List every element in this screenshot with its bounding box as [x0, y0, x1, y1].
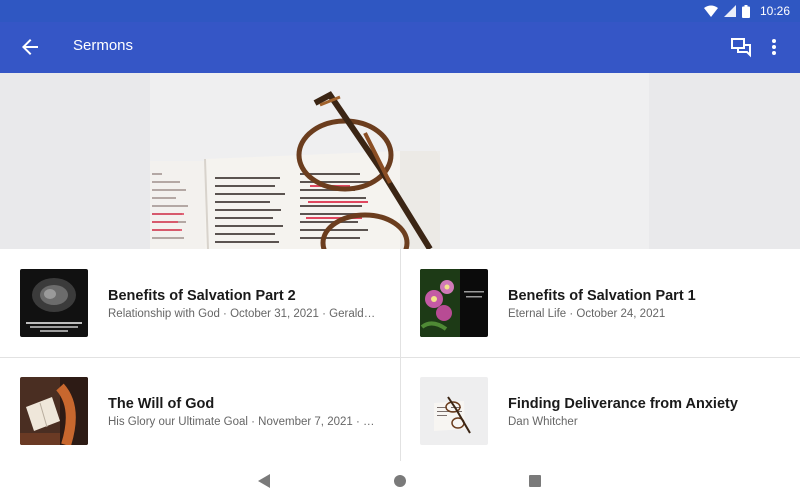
sermon-card[interactable]: Benefits of Salvation Part 2 Relationshi… [0, 249, 400, 355]
sermon-thumbnail [20, 269, 88, 337]
app-bar: Sermons [0, 22, 800, 73]
sermon-card[interactable]: The Will of God His Glory our Ultimate G… [0, 357, 400, 463]
sermon-title: The Will of God [108, 396, 215, 412]
sermon-subtitle: Eternal Life · October 24, 2021 [508, 308, 666, 320]
clock: 10:26 [759, 4, 790, 18]
sermon-title: Benefits of Salvation Part 2 [108, 288, 296, 304]
hero-banner [0, 73, 800, 249]
wifi-icon [703, 5, 718, 17]
sermon-thumbnail [420, 377, 488, 445]
sermon-subtitle: Relationship with God · October 31, 2021… [108, 308, 376, 320]
page-title: Sermons [73, 37, 134, 54]
chat-icon[interactable] [729, 35, 753, 59]
sermon-subtitle: His Glory our Ultimate Goal · November 7… [108, 416, 378, 428]
back-arrow-icon[interactable] [18, 35, 42, 59]
signal-icon [723, 5, 736, 17]
sermon-title: Benefits of Salvation Part 1 [508, 288, 696, 304]
hero-image [150, 73, 649, 249]
sermon-subtitle: Dan Whitcher [508, 416, 578, 428]
nav-home-icon[interactable] [394, 475, 406, 487]
nav-back-icon[interactable] [258, 474, 270, 488]
more-vert-icon[interactable] [764, 35, 784, 59]
system-nav-bar [0, 461, 800, 500]
status-bar: 10:26 [0, 0, 800, 22]
sermon-card[interactable]: Benefits of Salvation Part 1 Eternal Lif… [400, 249, 800, 355]
sermon-thumbnail [20, 377, 88, 445]
battery-icon [741, 4, 750, 18]
sermon-thumbnail [420, 269, 488, 337]
sermon-title: Finding Deliverance from Anxiety [508, 396, 738, 412]
nav-recents-icon[interactable] [529, 475, 541, 487]
sermon-card[interactable]: Finding Deliverance from Anxiety Dan Whi… [400, 357, 800, 463]
divider [400, 249, 401, 461]
